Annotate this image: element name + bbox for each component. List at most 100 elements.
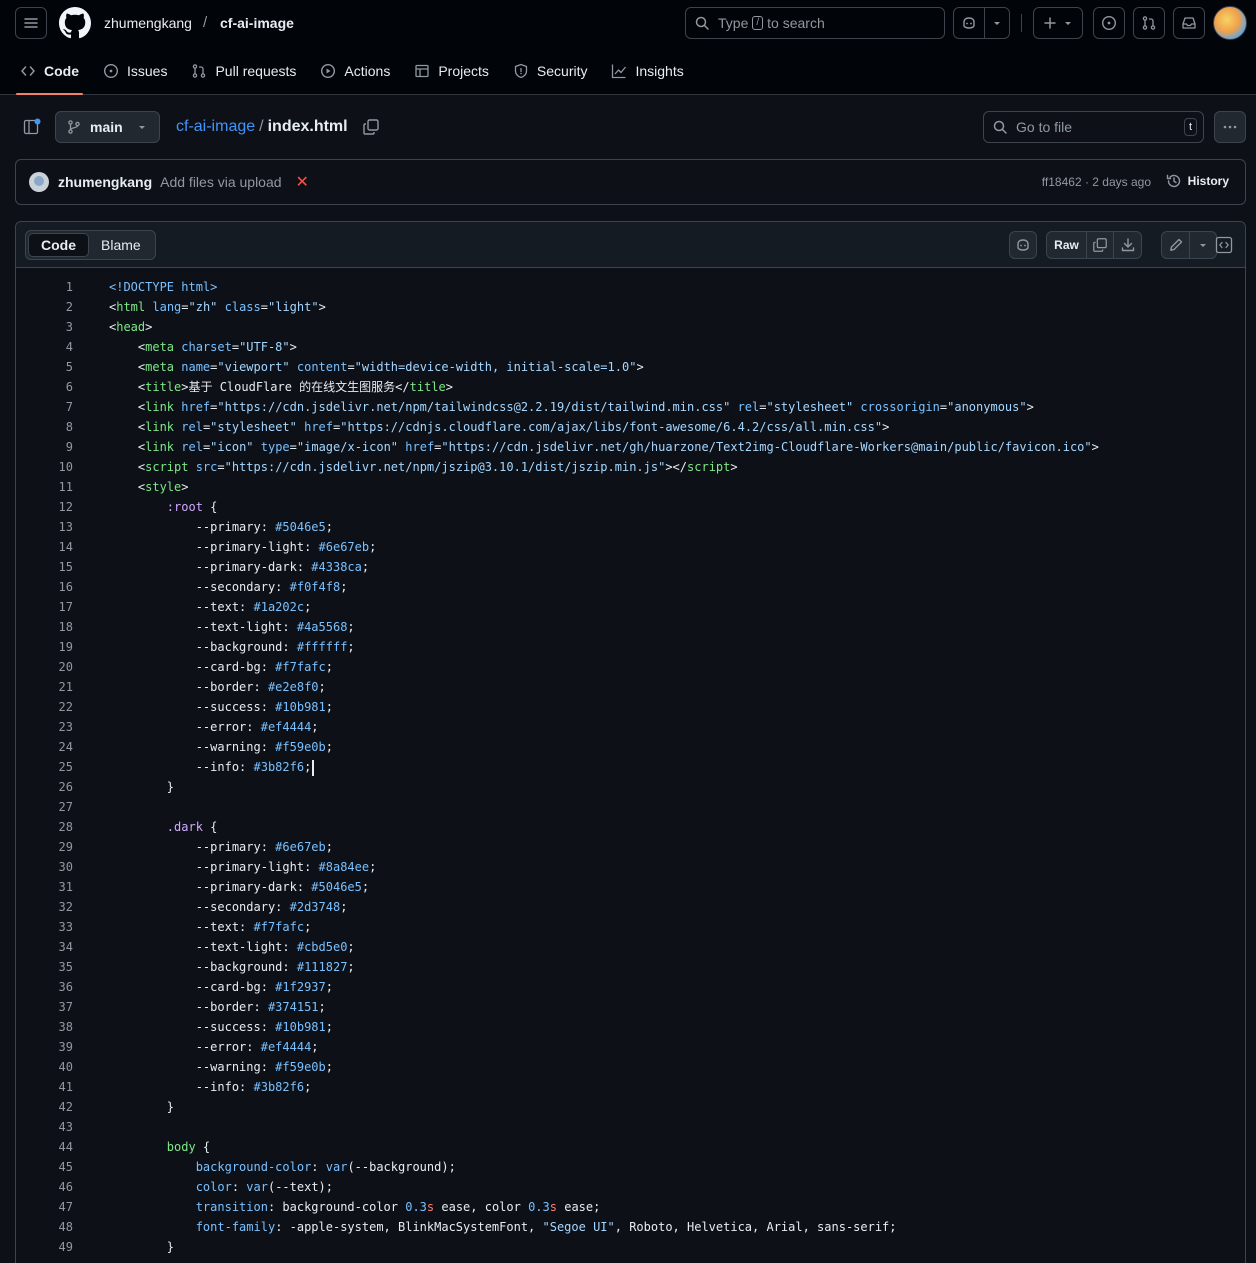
code-line[interactable]: 20 --card-bg: #f7fafc; [16, 657, 1245, 677]
code-line[interactable]: 12 :root { [16, 497, 1245, 517]
tab-security[interactable]: Security [513, 54, 600, 88]
line-number[interactable]: 18 [16, 617, 73, 637]
code-line[interactable]: 34 --text-light: #cbd5e0; [16, 937, 1245, 957]
code-line[interactable]: 18 --text-light: #4a5568; [16, 617, 1245, 637]
notifications-button[interactable] [1173, 7, 1205, 39]
code-line[interactable]: 24 --warning: #f59e0b; [16, 737, 1245, 757]
code-line[interactable]: 37 --border: #374151; [16, 997, 1245, 1017]
your-pull-requests-button[interactable] [1133, 7, 1165, 39]
line-number[interactable]: 16 [16, 577, 73, 597]
code-line[interactable]: 41 --info: #3b82f6; [16, 1077, 1245, 1097]
code-line[interactable]: 3 <head> [16, 317, 1245, 337]
code-line[interactable]: 26 } [16, 777, 1245, 797]
line-number[interactable]: 20 [16, 657, 73, 677]
line-number[interactable]: 9 [16, 437, 73, 457]
line-number[interactable]: 23 [16, 717, 73, 737]
line-number[interactable]: 14 [16, 537, 73, 557]
line-number[interactable]: 13 [16, 517, 73, 537]
code-line[interactable]: 42 } [16, 1097, 1245, 1117]
line-number[interactable]: 5 [16, 357, 73, 377]
line-number[interactable]: 48 [16, 1217, 73, 1237]
line-number[interactable]: 45 [16, 1157, 73, 1177]
code-line[interactable]: 23 --error: #ef4444; [16, 717, 1245, 737]
tab-actions[interactable]: Actions [320, 54, 402, 88]
line-number[interactable]: 43 [16, 1117, 73, 1137]
line-number[interactable]: 27 [16, 797, 73, 817]
code-line[interactable]: 11 <style> [16, 477, 1245, 497]
line-number[interactable]: 17 [16, 597, 73, 617]
tab-blame-view[interactable]: Blame [89, 233, 153, 257]
code-line[interactable]: 7 <link href="https://cdn.jsdelivr.net/n… [16, 397, 1245, 417]
line-number[interactable]: 44 [16, 1137, 73, 1157]
repo-link[interactable]: cf-ai-image [220, 15, 294, 31]
menu-button[interactable] [15, 7, 47, 39]
line-number[interactable]: 1 [16, 277, 73, 297]
your-issues-button[interactable] [1093, 7, 1125, 39]
tab-code-view[interactable]: Code [28, 233, 89, 257]
code-line[interactable]: 36 --card-bg: #1f2937; [16, 977, 1245, 997]
search-input[interactable]: Type / to search [685, 7, 945, 39]
code-line[interactable]: 6 <title>基于 CloudFlare 的在线文生图服务</title> [16, 377, 1245, 397]
line-number[interactable]: 4 [16, 337, 73, 357]
line-number[interactable]: 22 [16, 697, 73, 717]
code-line[interactable]: 27 [16, 797, 1245, 817]
tab-issues[interactable]: Issues [103, 54, 179, 88]
code-line[interactable]: 47 transition: background-color 0.3s eas… [16, 1197, 1245, 1217]
line-number[interactable]: 33 [16, 917, 73, 937]
code-line[interactable]: 49 } [16, 1237, 1245, 1257]
code-line[interactable]: 14 --primary-light: #6e67eb; [16, 537, 1245, 557]
line-number[interactable]: 40 [16, 1057, 73, 1077]
code-line[interactable]: 17 --text: #1a202c; [16, 597, 1245, 617]
user-avatar[interactable] [1213, 6, 1247, 40]
more-options-button[interactable] [1214, 111, 1246, 143]
code-line[interactable]: 46 color: var(--text); [16, 1177, 1245, 1197]
copy-path-button[interactable] [362, 118, 380, 136]
code-line[interactable]: 40 --warning: #f59e0b; [16, 1057, 1245, 1077]
line-number[interactable]: 37 [16, 997, 73, 1017]
copilot-dropdown-button[interactable] [985, 8, 1009, 38]
line-number[interactable]: 11 [16, 477, 73, 497]
create-new-button[interactable] [1033, 7, 1083, 39]
download-raw-button[interactable] [1114, 232, 1141, 258]
code-line[interactable]: 16 --secondary: #f0f4f8; [16, 577, 1245, 597]
line-number[interactable]: 6 [16, 377, 73, 397]
line-number[interactable]: 7 [16, 397, 73, 417]
code-line[interactable]: 32 --secondary: #2d3748; [16, 897, 1245, 917]
code-view[interactable]: 1 <!DOCTYPE html> 2 <html lang="zh" class="… [16, 277, 1245, 1257]
line-number[interactable]: 24 [16, 737, 73, 757]
line-number[interactable]: 26 [16, 777, 73, 797]
line-number[interactable]: 35 [16, 957, 73, 977]
line-number[interactable]: 38 [16, 1017, 73, 1037]
copilot-button[interactable] [954, 8, 986, 38]
line-number[interactable]: 8 [16, 417, 73, 437]
line-number[interactable]: 2 [16, 297, 73, 317]
line-number[interactable]: 30 [16, 857, 73, 877]
code-line[interactable]: 8 <link rel="stylesheet" href="https://c… [16, 417, 1245, 437]
code-line[interactable]: 30 --primary-light: #8a84ee; [16, 857, 1245, 877]
commit-message[interactable]: Add files via upload [160, 174, 281, 190]
code-line[interactable]: 22 --success: #10b981; [16, 697, 1245, 717]
code-line[interactable]: 43 [16, 1117, 1245, 1137]
go-to-file-input[interactable]: Go to file t [983, 111, 1204, 143]
code-line[interactable]: 38 --success: #10b981; [16, 1017, 1245, 1037]
code-line[interactable]: 10 <script src="https://cdn.jsdelivr.net… [16, 457, 1245, 477]
line-number[interactable]: 47 [16, 1197, 73, 1217]
code-line[interactable]: 1 <!DOCTYPE html> [16, 277, 1245, 297]
code-line[interactable]: 19 --background: #ffffff; [16, 637, 1245, 657]
tab-code[interactable]: Code [16, 54, 91, 95]
edit-file-button[interactable] [1162, 232, 1190, 258]
line-number[interactable]: 32 [16, 897, 73, 917]
line-number[interactable]: 41 [16, 1077, 73, 1097]
code-line[interactable]: 5 <meta name="viewport" content="width=d… [16, 357, 1245, 377]
line-number[interactable]: 15 [16, 557, 73, 577]
code-line[interactable]: 9 <link rel="icon" type="image/x-icon" h… [16, 437, 1245, 457]
line-number[interactable]: 42 [16, 1097, 73, 1117]
line-number[interactable]: 49 [16, 1237, 73, 1257]
code-line[interactable]: 15 --primary-dark: #4338ca; [16, 557, 1245, 577]
line-number[interactable]: 12 [16, 497, 73, 517]
branch-selector[interactable]: main [55, 111, 160, 143]
edit-dropdown-button[interactable] [1190, 232, 1216, 258]
code-line[interactable]: 29 --primary: #6e67eb; [16, 837, 1245, 857]
line-number[interactable]: 10 [16, 457, 73, 477]
code-line[interactable]: 25 --info: #3b82f6; [16, 757, 1245, 777]
